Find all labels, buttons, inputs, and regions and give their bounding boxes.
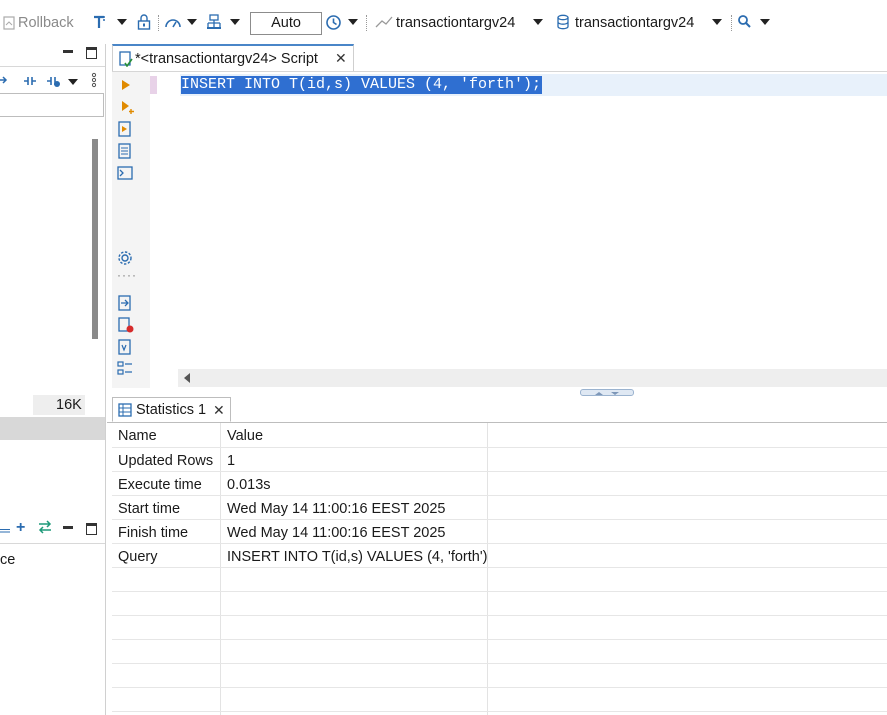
lower-minimize-icon[interactable] [63,526,73,529]
line-number-gutter [150,72,178,388]
close-statistics-tab-icon[interactable]: ✕ [213,402,225,419]
script-icon [118,51,134,67]
search-dropdown-icon[interactable] [760,19,770,25]
lower-list-item[interactable]: ce [0,552,15,568]
schema-dropdown-icon[interactable] [712,19,722,25]
search-icon[interactable] [737,14,752,29]
transaction-mode-dropdown-icon[interactable] [117,19,127,25]
editor-action-gutter: ···· [112,72,150,388]
export-icon[interactable] [118,295,132,311]
add-icon[interactable]: + [16,519,25,537]
selected-row[interactable] [0,417,105,440]
connect-icon[interactable] [22,73,38,89]
datasource-icon [375,15,393,29]
navigator-scrollbar[interactable] [92,139,98,339]
scroll-left-icon[interactable] [184,373,190,383]
history-dropdown-icon[interactable] [348,19,358,25]
table-row-name[interactable]: Execute time [118,477,202,493]
execute-script-new-tab-icon[interactable] [118,143,132,159]
connect-dropdown-icon[interactable] [68,79,78,85]
table-row-value[interactable]: INSERT INTO T(id,s) VALUES (4, 'forth') [227,549,487,565]
more-actions-icon[interactable]: ···· [117,268,137,282]
tab-statistics[interactable]: Statistics 1 ✕ [112,397,231,422]
execute-new-tab-icon[interactable] [121,100,135,114]
navigator-panel: 16K ═ + ce [0,44,107,715]
gauge-dropdown-icon[interactable] [187,19,197,25]
error-log-icon[interactable] [118,317,134,333]
minimize-icon[interactable] [63,50,73,53]
disconnect-icon[interactable] [45,73,61,89]
lock-icon[interactable] [136,14,152,30]
table-icon [118,403,132,417]
transaction-mode-icon[interactable] [92,14,108,30]
more-options-icon[interactable] [91,72,97,88]
column-header-name[interactable]: Name [118,428,157,444]
settings-icon[interactable] [117,250,133,266]
gauge-icon[interactable] [164,14,182,30]
table-row-name[interactable]: Start time [118,501,180,517]
tab-statistics-label: Statistics 1 [136,402,207,418]
sql-statement[interactable]: INSERT INTO T(id,s) VALUES (4, 'forth'); [181,76,543,94]
rollback-button[interactable]: Rollback [18,15,74,31]
lower-maximize-icon[interactable] [86,523,97,535]
schema-selector[interactable]: transactiontargv24 [575,15,694,31]
outline-icon[interactable] [117,361,133,377]
results-layout-icon[interactable] [206,14,222,30]
commit-mode-field[interactable]: Auto [250,12,322,35]
tab-script-label: *<transactiontargv24> Script [135,51,318,67]
link-arrow-icon[interactable] [0,73,8,87]
maximize-icon[interactable] [86,47,97,59]
collapse-icon[interactable]: ═ [0,522,10,538]
tab-script[interactable]: *<transactiontargv24> Script ✕ [112,44,354,72]
results-layout-dropdown-icon[interactable] [230,19,240,25]
table-row-value[interactable]: 1 [227,453,235,469]
sql-editor[interactable] [112,71,887,394]
table-row-name[interactable]: Updated Rows [118,453,213,469]
console-icon[interactable] [117,166,133,180]
current-line-marker [150,76,157,94]
size-label: 16K [56,397,82,413]
table-row-name[interactable]: Query [118,549,158,565]
panel-splitter-handle[interactable] [580,389,634,396]
table-row-value[interactable]: 0.013s [227,477,271,493]
table-row-value[interactable]: Wed May 14 11:00:16 EEST 2025 [227,501,445,517]
variables-icon[interactable] [118,339,132,355]
rollback-icon [2,16,16,30]
execute-statement-icon[interactable] [121,79,131,91]
editor-horizontal-scrollbar[interactable] [178,369,887,387]
main-toolbar: Rollback Auto transactiontargv24 transac… [0,0,887,44]
close-tab-icon[interactable]: ✕ [335,50,347,67]
execute-script-icon[interactable] [118,121,132,137]
column-header-value[interactable]: Value [227,428,263,444]
table-row-value[interactable]: Wed May 14 11:00:16 EEST 2025 [227,525,445,541]
swap-icon[interactable] [37,520,53,534]
navigator-filter-input[interactable] [0,93,104,117]
history-icon[interactable] [325,14,342,31]
datasource-dropdown-icon[interactable] [533,19,543,25]
table-row-name[interactable]: Finish time [118,525,188,541]
datasource-selector[interactable]: transactiontargv24 [396,15,515,31]
database-icon [556,14,570,30]
